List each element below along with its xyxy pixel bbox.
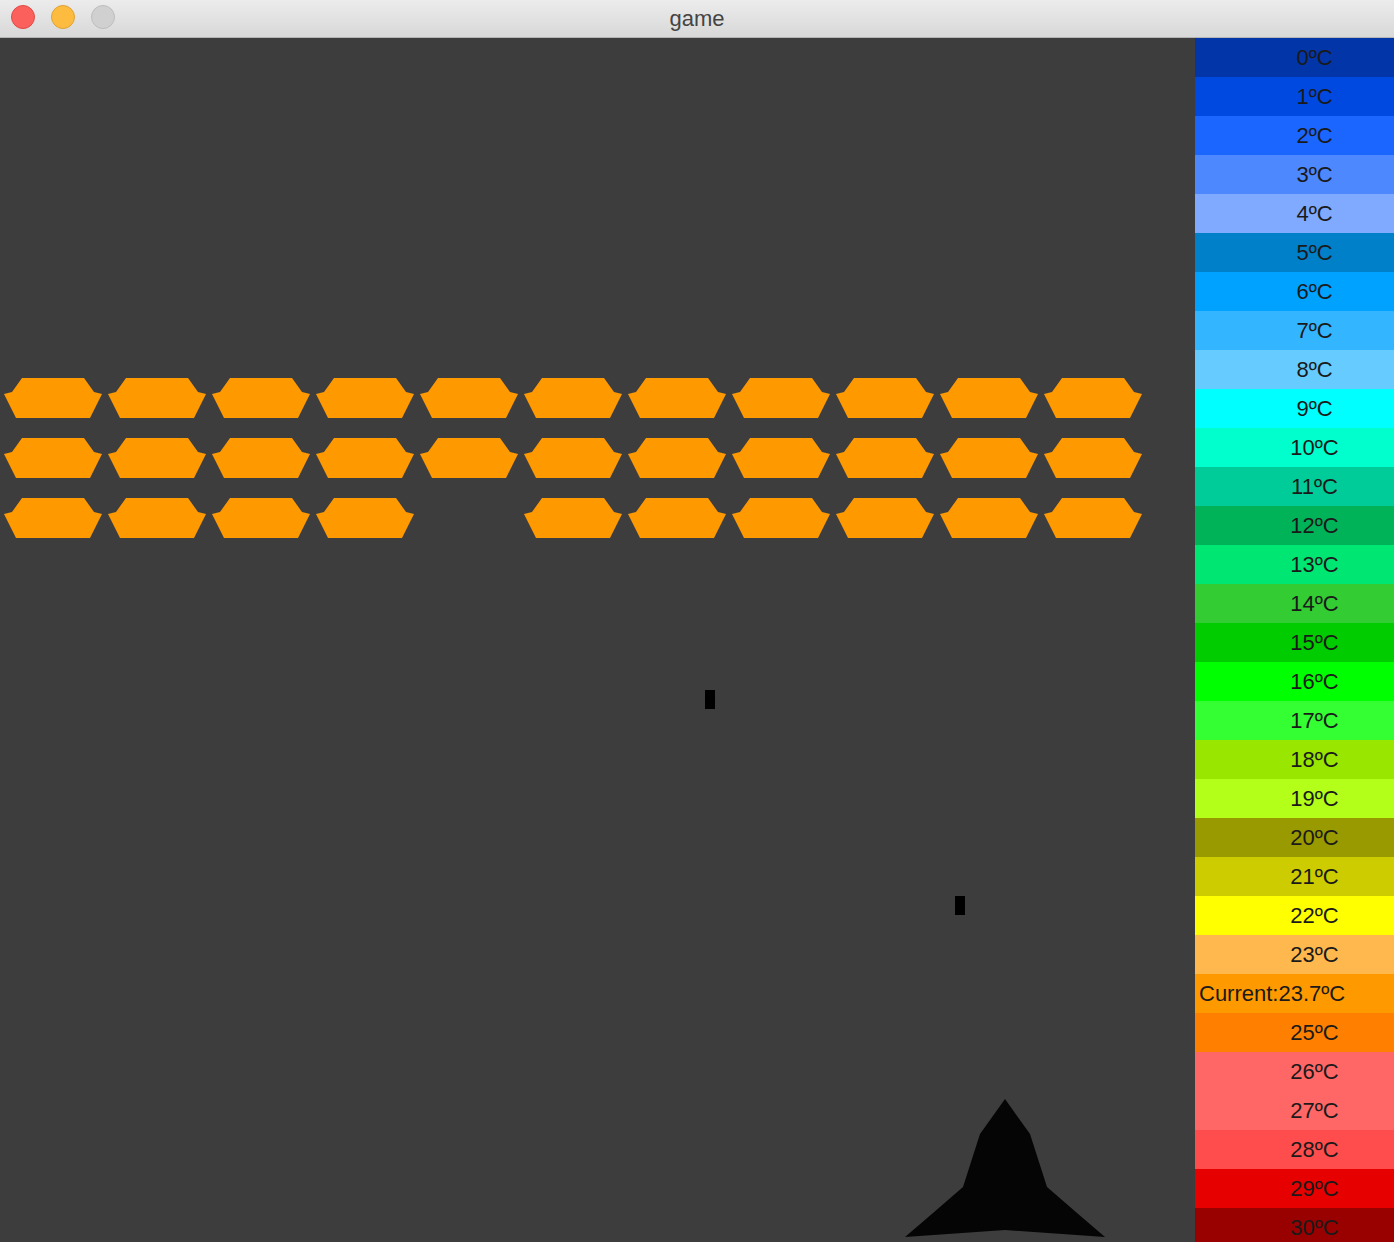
bullet [955,896,965,915]
temperature-row: 2ºC [1195,116,1394,155]
temperature-row: 17ºC [1195,701,1394,740]
enemy-icon [316,498,414,538]
temperature-row: 22ºC [1195,896,1394,935]
enemy-icon [108,498,206,538]
temperature-row: 13ºC [1195,545,1394,584]
temperature-row: 19ºC [1195,779,1394,818]
enemy-icon [628,498,726,538]
enemy-icon [836,498,934,538]
enemy-icon [732,438,830,478]
enemy-icon [420,378,518,418]
temperature-row: 27ºC [1195,1091,1394,1130]
enemy-icon [732,378,830,418]
minimize-button[interactable] [51,5,75,29]
temperature-row: 20ºC [1195,818,1394,857]
enemy-icon [628,378,726,418]
temperature-row: 29ºC [1195,1169,1394,1208]
enemy-icon [524,378,622,418]
player-ship-icon[interactable] [905,1099,1105,1237]
temperature-row: 10ºC [1195,428,1394,467]
enemy-icon [1044,378,1142,418]
temperature-row: 5ºC [1195,233,1394,272]
temperature-row: 12ºC [1195,506,1394,545]
enemy-icon [1044,438,1142,478]
bullet [705,690,715,709]
enemy-row [4,378,1195,418]
title-bar: game [0,0,1394,38]
enemy-icon [420,438,518,478]
enemy-icon [524,438,622,478]
game-canvas[interactable] [0,38,1195,1242]
enemy-grid [0,38,1195,538]
enemy-icon [940,498,1038,538]
temperature-row: 21ºC [1195,857,1394,896]
temperature-row: 9ºC [1195,389,1394,428]
enemy-icon [732,498,830,538]
enemy-icon [628,438,726,478]
enemy-icon [4,378,102,418]
temperature-row: 26ºC [1195,1052,1394,1091]
temperature-row: 14ºC [1195,584,1394,623]
enemy-icon [836,378,934,418]
enemy-row [4,498,1195,538]
game-window: game 0ºC1ºC2ºC3ºC4ºC5ºC6ºC7ºC8ºC9ºC10ºC11… [0,0,1394,1242]
enemy-icon [316,378,414,418]
enemy-icon [316,438,414,478]
temperature-row: 8ºC [1195,350,1394,389]
temperature-row: 6ºC [1195,272,1394,311]
temperature-row: 11ºC [1195,467,1394,506]
temperature-row: 7ºC [1195,311,1394,350]
temperature-row: 28ºC [1195,1130,1394,1169]
enemy-icon [4,498,102,538]
enemy-icon [524,498,622,538]
enemy-icon [1044,498,1142,538]
enemy-icon [108,378,206,418]
enemy-icon [4,438,102,478]
temperature-row: 23ºC [1195,935,1394,974]
temperature-row: 0ºC [1195,38,1394,77]
temperature-row: 18ºC [1195,740,1394,779]
enemy-icon [212,498,310,538]
enemy-icon [212,438,310,478]
temperature-row: 1ºC [1195,77,1394,116]
close-button[interactable] [11,5,35,29]
temperature-row: 3ºC [1195,155,1394,194]
current-temperature: Current:23.7ºC [1195,974,1394,1013]
temperature-legend: 0ºC1ºC2ºC3ºC4ºC5ºC6ºC7ºC8ºC9ºC10ºC11ºC12… [1195,38,1394,1242]
enemy-icon [940,378,1038,418]
enemy-icon [836,438,934,478]
enemy-row [4,438,1195,478]
temperature-row: 25ºC [1195,1013,1394,1052]
enemy-icon [940,438,1038,478]
temperature-row: 16ºC [1195,662,1394,701]
zoom-button[interactable] [91,5,115,29]
temperature-row: 30ºC [1195,1208,1394,1242]
window-title: game [669,8,724,30]
enemy-icon [108,438,206,478]
enemy-icon [212,378,310,418]
temperature-row: 4ºC [1195,194,1394,233]
temperature-row: 15ºC [1195,623,1394,662]
